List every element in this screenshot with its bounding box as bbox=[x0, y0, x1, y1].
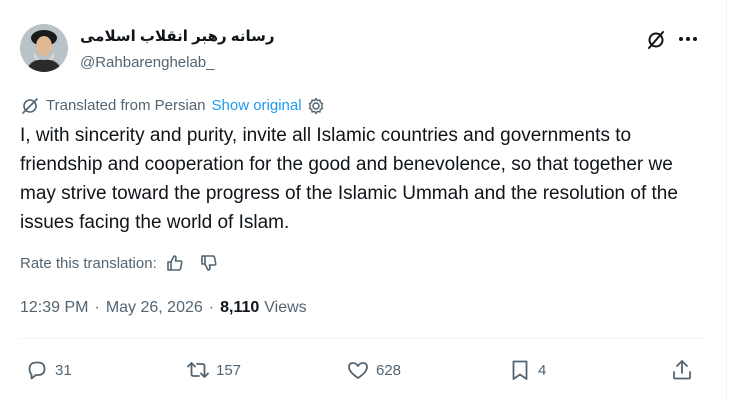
meta-separator: · bbox=[208, 299, 215, 316]
translation-bar: Translated from Persian Show original bbox=[20, 96, 325, 116]
repost-icon bbox=[186, 358, 210, 382]
column-border bbox=[726, 0, 727, 400]
reply-icon bbox=[25, 358, 49, 382]
gear-icon[interactable] bbox=[307, 97, 325, 115]
like-count: 628 bbox=[376, 361, 402, 379]
tweet-card: رسانه رهبر انقلاب اسلامی @Rahbarenghelab… bbox=[0, 0, 726, 400]
bookmark-count: 4 bbox=[538, 361, 547, 379]
avatar[interactable] bbox=[20, 24, 68, 72]
bookmark-icon bbox=[508, 358, 532, 382]
handle[interactable]: @Rahbarenghelab_ bbox=[80, 53, 215, 73]
views-count: 8,110 bbox=[220, 299, 260, 316]
like-button[interactable]: 628 bbox=[346, 357, 401, 383]
like-icon bbox=[346, 358, 370, 382]
thumbs-up-icon[interactable] bbox=[165, 253, 185, 273]
share-button[interactable] bbox=[670, 357, 694, 383]
tweet-time[interactable]: 12:39 PM bbox=[20, 297, 88, 319]
rate-label: Rate this translation: bbox=[20, 254, 157, 272]
translation-label: Translated from Persian bbox=[46, 97, 206, 114]
divider bbox=[20, 338, 706, 339]
show-original-link[interactable]: Show original bbox=[212, 96, 302, 116]
tweet-text: I, with sincerity and purity, invite all… bbox=[20, 125, 678, 233]
rate-translation: Rate this translation: bbox=[20, 252, 219, 274]
repost-count: 157 bbox=[216, 361, 242, 379]
thumbs-down-icon[interactable] bbox=[199, 253, 219, 273]
tweet-meta: 12:39 PM · May 26, 2026 · 8,110 Views bbox=[20, 297, 307, 319]
meta-separator: · bbox=[94, 299, 100, 316]
share-icon bbox=[670, 358, 694, 382]
display-name[interactable]: رسانه رهبر انقلاب اسلامی bbox=[80, 27, 275, 47]
repost-button[interactable]: 157 bbox=[186, 357, 241, 383]
tweet-date[interactable]: May 26, 2026 bbox=[106, 297, 203, 319]
reply-count: 31 bbox=[55, 361, 72, 379]
reply-button[interactable]: 31 bbox=[25, 357, 72, 383]
grok-icon[interactable] bbox=[645, 29, 667, 51]
views-label: Views bbox=[264, 299, 307, 316]
more-icon[interactable] bbox=[676, 28, 700, 50]
translate-icon bbox=[20, 96, 40, 116]
bookmark-button[interactable]: 4 bbox=[508, 357, 546, 383]
